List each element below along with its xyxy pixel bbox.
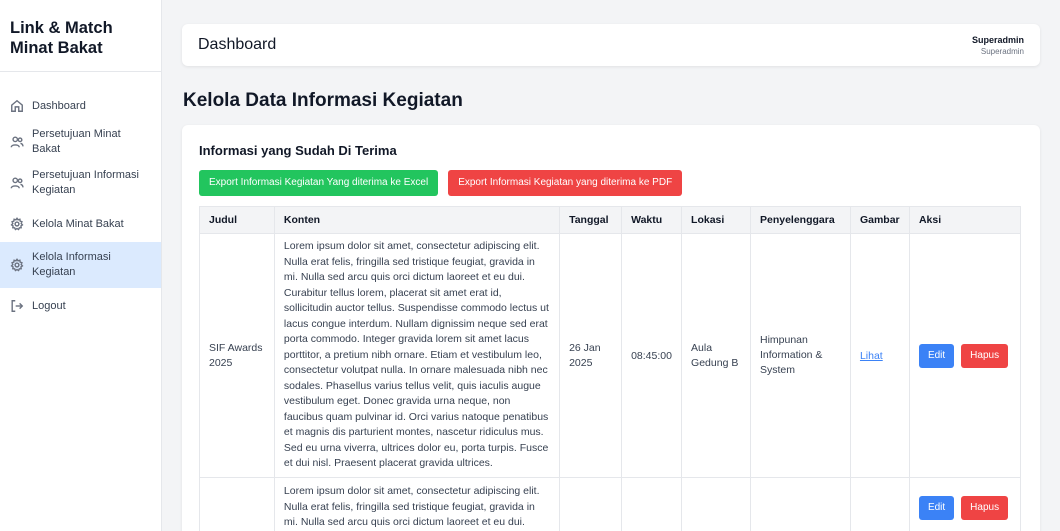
cell-tanggal bbox=[559, 477, 623, 531]
cell-gambar bbox=[849, 477, 910, 531]
sidebar: Link & Match Minat Bakat Dashboard Perse… bbox=[0, 0, 162, 531]
users-icon bbox=[10, 176, 24, 190]
cell-penyelenggara: Himpunan Information & System bbox=[749, 233, 851, 478]
cell-gambar: Lihat bbox=[849, 233, 910, 478]
column-header[interactable]: Penyelenggara bbox=[749, 206, 851, 234]
sidebar-item-label: Persetujuan Minat Bakat bbox=[32, 128, 121, 155]
cell-konten: Lorem ipsum dolor sit amet, consectetur … bbox=[273, 233, 561, 478]
top-bar: Dashboard Superadmin Superadmin bbox=[182, 24, 1040, 66]
sidebar-item-label: Logout bbox=[32, 299, 66, 312]
row-actions: Edit Hapus bbox=[918, 495, 1011, 520]
content-card: Informasi yang Sudah Di Terima Export In… bbox=[182, 125, 1040, 531]
sidebar-item-dashboard[interactable]: Dashboard bbox=[0, 88, 161, 124]
column-header[interactable]: Lokasi bbox=[681, 206, 751, 234]
export-buttons: Export Informasi Kegiatan Yang diterima … bbox=[199, 170, 683, 196]
user-role: Superadmin bbox=[980, 46, 1024, 56]
column-header[interactable]: Gambar bbox=[849, 206, 910, 234]
export-pdf-button[interactable]: Export Informasi Kegiatan yang diterima … bbox=[448, 170, 683, 196]
cell-aksi: Edit Hapus bbox=[908, 233, 1022, 478]
kegiatan-table: Judul Konten Tanggal Waktu Lokasi Penyel… bbox=[199, 206, 1022, 531]
table-row: Lorem ipsum dolor sit amet, consectetur … bbox=[199, 477, 1022, 531]
home-icon bbox=[10, 99, 24, 113]
column-header[interactable]: Konten bbox=[273, 206, 561, 234]
sidebar-item-kelola-informasi-kegiatan[interactable]: Kelola Informasi Kegiatan bbox=[0, 242, 161, 288]
column-header[interactable]: Judul bbox=[199, 206, 275, 234]
user-info[interactable]: Superadmin Superadmin bbox=[972, 35, 1024, 56]
cell-judul: SIF Awards 2025 bbox=[199, 233, 275, 478]
cell-lokasi: Aula Gedung B bbox=[681, 233, 751, 478]
sidebar-item-label: Kelola Minat Bakat bbox=[32, 217, 124, 230]
cell-waktu bbox=[621, 477, 683, 531]
main-content: Dashboard Superadmin Superadmin Kelola D… bbox=[162, 0, 1060, 531]
column-header[interactable]: Tanggal bbox=[559, 206, 623, 234]
sidebar-item-persetujuan-minat-bakat[interactable]: Persetujuan Minat Bakat bbox=[0, 124, 161, 160]
sidebar-item-logout[interactable]: Logout bbox=[0, 288, 161, 324]
section-title: Informasi yang Sudah Di Terima bbox=[199, 143, 397, 158]
table-row: SIF Awards 2025 Lorem ipsum dolor sit am… bbox=[199, 233, 1022, 478]
sidebar-item-label: Persetujuan Informasi Kegiatan bbox=[32, 169, 139, 196]
cell-penyelenggara bbox=[749, 477, 851, 531]
brand-line-1: Link & Match bbox=[10, 19, 113, 37]
brand: Link & Match Minat Bakat bbox=[0, 0, 161, 72]
sidebar-item-persetujuan-informasi-kegiatan[interactable]: Persetujuan Informasi Kegiatan bbox=[0, 160, 161, 206]
column-header[interactable]: Aksi bbox=[908, 206, 1022, 234]
brand-line-2: Minat Bakat bbox=[10, 39, 103, 57]
logout-icon bbox=[10, 299, 24, 313]
export-excel-button[interactable]: Export Informasi Kegiatan Yang diterima … bbox=[199, 170, 439, 196]
cell-lokasi bbox=[681, 477, 751, 531]
edit-button[interactable]: Edit bbox=[918, 343, 955, 368]
lihat-gambar-link[interactable]: Lihat bbox=[860, 350, 883, 362]
sidebar-item-label: Dashboard bbox=[32, 99, 86, 112]
cell-judul bbox=[199, 477, 275, 531]
cell-konten: Lorem ipsum dolor sit amet, consectetur … bbox=[273, 477, 561, 531]
page-title: Kelola Data Informasi Kegiatan bbox=[183, 90, 463, 111]
edit-button[interactable]: Edit bbox=[918, 495, 955, 520]
table-header-row: Judul Konten Tanggal Waktu Lokasi Penyel… bbox=[199, 206, 1022, 234]
user-name: Superadmin bbox=[971, 34, 1024, 45]
hapus-button[interactable]: Hapus bbox=[961, 495, 1009, 520]
gear-icon bbox=[10, 217, 24, 231]
header-title: Dashboard bbox=[198, 36, 277, 53]
gear-icon bbox=[10, 258, 24, 272]
hapus-button[interactable]: Hapus bbox=[961, 343, 1009, 368]
cell-waktu: 08:45:00 bbox=[621, 233, 683, 478]
sidebar-nav: Dashboard Persetujuan Minat Bakat Perset… bbox=[0, 72, 161, 324]
cell-tanggal: 26 Jan 2025 bbox=[559, 233, 623, 478]
column-header[interactable]: Waktu bbox=[621, 206, 683, 234]
row-actions: Edit Hapus bbox=[918, 343, 1011, 368]
sidebar-item-label: Kelola Informasi Kegiatan bbox=[32, 251, 111, 278]
sidebar-item-kelola-minat-bakat[interactable]: Kelola Minat Bakat bbox=[0, 206, 161, 242]
users-icon bbox=[10, 135, 24, 149]
cell-aksi: Edit Hapus bbox=[908, 477, 1022, 531]
